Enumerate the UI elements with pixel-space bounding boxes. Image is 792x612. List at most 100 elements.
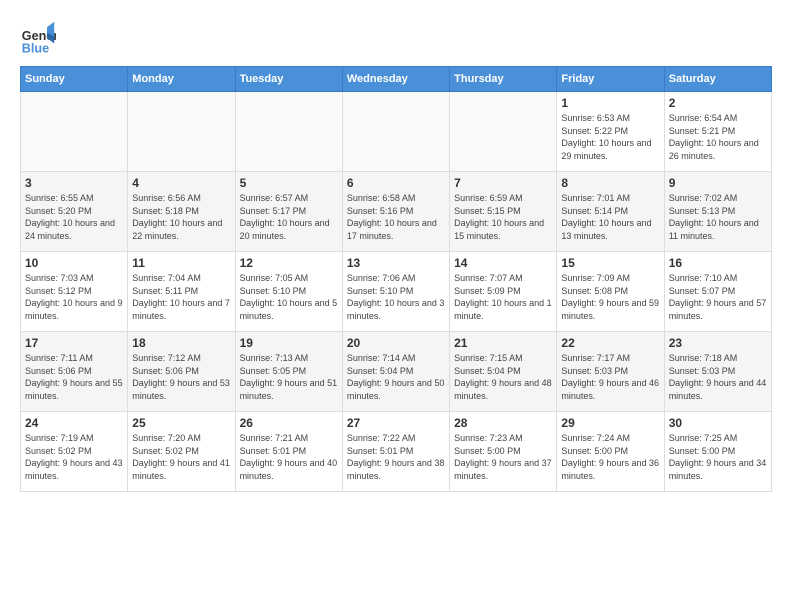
day-number: 9	[669, 176, 767, 190]
day-info: Sunrise: 7:07 AM Sunset: 5:09 PM Dayligh…	[454, 272, 552, 322]
day-info: Sunrise: 7:23 AM Sunset: 5:00 PM Dayligh…	[454, 432, 552, 482]
day-number: 13	[347, 256, 445, 270]
day-info: Sunrise: 7:13 AM Sunset: 5:05 PM Dayligh…	[240, 352, 338, 402]
weekday-sunday: Sunday	[21, 67, 128, 92]
calendar-cell: 11 Sunrise: 7:04 AM Sunset: 5:11 PM Dayli…	[128, 252, 235, 332]
day-number: 1	[561, 96, 659, 110]
calendar-cell: 9 Sunrise: 7:02 AM Sunset: 5:13 PM Daylig…	[664, 172, 771, 252]
calendar-cell: 12 Sunrise: 7:05 AM Sunset: 5:10 PM Dayli…	[235, 252, 342, 332]
logo-icon: General Blue	[20, 20, 56, 56]
calendar-week-3: 10 Sunrise: 7:03 AM Sunset: 5:12 PM Dayli…	[21, 252, 772, 332]
day-number: 7	[454, 176, 552, 190]
day-info: Sunrise: 7:02 AM Sunset: 5:13 PM Dayligh…	[669, 192, 767, 242]
day-number: 28	[454, 416, 552, 430]
day-number: 22	[561, 336, 659, 350]
calendar-cell	[128, 92, 235, 172]
weekday-header-row: SundayMondayTuesdayWednesdayThursdayFrid…	[21, 67, 772, 92]
calendar-header: SundayMondayTuesdayWednesdayThursdayFrid…	[21, 67, 772, 92]
calendar-cell	[235, 92, 342, 172]
day-info: Sunrise: 7:15 AM Sunset: 5:04 PM Dayligh…	[454, 352, 552, 402]
day-info: Sunrise: 6:58 AM Sunset: 5:16 PM Dayligh…	[347, 192, 445, 242]
day-info: Sunrise: 6:55 AM Sunset: 5:20 PM Dayligh…	[25, 192, 123, 242]
calendar-cell: 24Sunrise: 7:19 AM Sunset: 5:02 PM Dayli…	[21, 412, 128, 492]
day-info: Sunrise: 7:12 AM Sunset: 5:06 PM Dayligh…	[132, 352, 230, 402]
day-info: Sunrise: 7:18 AM Sunset: 5:03 PM Dayligh…	[669, 352, 767, 402]
day-number: 2	[669, 96, 767, 110]
calendar-body: 1 Sunrise: 6:53 AM Sunset: 5:22 PM Daylig…	[21, 92, 772, 492]
day-number: 15	[561, 256, 659, 270]
calendar-cell: 20 Sunrise: 7:14 AM Sunset: 5:04 PM Dayli…	[342, 332, 449, 412]
calendar-week-2: 3 Sunrise: 6:55 AM Sunset: 5:20 PM Daylig…	[21, 172, 772, 252]
day-info: Sunrise: 7:24 AM Sunset: 5:00 PM Dayligh…	[561, 432, 659, 482]
calendar-cell: 26Sunrise: 7:21 AM Sunset: 5:01 PM Dayli…	[235, 412, 342, 492]
day-info: Sunrise: 7:01 AM Sunset: 5:14 PM Dayligh…	[561, 192, 659, 242]
day-number: 14	[454, 256, 552, 270]
day-number: 5	[240, 176, 338, 190]
day-number: 25	[132, 416, 230, 430]
day-info: Sunrise: 6:56 AM Sunset: 5:18 PM Dayligh…	[132, 192, 230, 242]
calendar-cell: 28 Sunrise: 7:23 AM Sunset: 5:00 PM Dayli…	[450, 412, 557, 492]
day-info: Sunrise: 7:22 AM Sunset: 5:01 PM Dayligh…	[347, 432, 445, 482]
day-number: 18	[132, 336, 230, 350]
calendar-cell: 22 Sunrise: 7:17 AM Sunset: 5:03 PM Dayli…	[557, 332, 664, 412]
day-info: Sunrise: 7:14 AM Sunset: 5:04 PM Dayligh…	[347, 352, 445, 402]
calendar-cell: 18 Sunrise: 7:12 AM Sunset: 5:06 PM Dayli…	[128, 332, 235, 412]
weekday-monday: Monday	[128, 67, 235, 92]
calendar-cell	[342, 92, 449, 172]
calendar-table: SundayMondayTuesdayWednesdayThursdayFrid…	[20, 66, 772, 492]
day-number: 4	[132, 176, 230, 190]
calendar-cell: 14 Sunrise: 7:07 AM Sunset: 5:09 PM Dayli…	[450, 252, 557, 332]
calendar-cell: 15 Sunrise: 7:09 AM Sunset: 5:08 PM Dayli…	[557, 252, 664, 332]
calendar-week-4: 17 Sunrise: 7:11 AM Sunset: 5:06 PM Dayli…	[21, 332, 772, 412]
calendar-cell: 16Sunrise: 7:10 AM Sunset: 5:07 PM Dayli…	[664, 252, 771, 332]
weekday-saturday: Saturday	[664, 67, 771, 92]
day-number: 20	[347, 336, 445, 350]
calendar-cell	[21, 92, 128, 172]
day-info: Sunrise: 7:04 AM Sunset: 5:11 PM Dayligh…	[132, 272, 230, 322]
calendar-cell: 21 Sunrise: 7:15 AM Sunset: 5:04 PM Dayli…	[450, 332, 557, 412]
calendar-cell	[450, 92, 557, 172]
day-number: 12	[240, 256, 338, 270]
day-number: 16	[669, 256, 767, 270]
day-number: 27	[347, 416, 445, 430]
day-info: Sunrise: 6:59 AM Sunset: 5:15 PM Dayligh…	[454, 192, 552, 242]
day-number: 24	[25, 416, 123, 430]
svg-text:Blue: Blue	[22, 41, 49, 55]
day-number: 17	[25, 336, 123, 350]
day-number: 19	[240, 336, 338, 350]
calendar-cell: 30 Sunrise: 7:25 AM Sunset: 5:00 PM Dayli…	[664, 412, 771, 492]
calendar-cell: 7 Sunrise: 6:59 AM Sunset: 5:15 PM Daylig…	[450, 172, 557, 252]
calendar-cell: 8 Sunrise: 7:01 AM Sunset: 5:14 PM Daylig…	[557, 172, 664, 252]
calendar-cell: 25 Sunrise: 7:20 AM Sunset: 5:02 PM Dayli…	[128, 412, 235, 492]
day-number: 11	[132, 256, 230, 270]
day-number: 6	[347, 176, 445, 190]
day-info: Sunrise: 7:06 AM Sunset: 5:10 PM Dayligh…	[347, 272, 445, 322]
day-number: 29	[561, 416, 659, 430]
day-number: 3	[25, 176, 123, 190]
calendar-cell: 1 Sunrise: 6:53 AM Sunset: 5:22 PM Daylig…	[557, 92, 664, 172]
day-info: Sunrise: 7:20 AM Sunset: 5:02 PM Dayligh…	[132, 432, 230, 482]
calendar-cell: 29 Sunrise: 7:24 AM Sunset: 5:00 PM Dayli…	[557, 412, 664, 492]
day-info: Sunrise: 6:57 AM Sunset: 5:17 PM Dayligh…	[240, 192, 338, 242]
day-info: Sunrise: 7:25 AM Sunset: 5:00 PM Dayligh…	[669, 432, 767, 482]
day-info: Sunrise: 7:17 AM Sunset: 5:03 PM Dayligh…	[561, 352, 659, 402]
weekday-wednesday: Wednesday	[342, 67, 449, 92]
day-number: 10	[25, 256, 123, 270]
weekday-friday: Friday	[557, 67, 664, 92]
day-number: 21	[454, 336, 552, 350]
calendar-cell: 5 Sunrise: 6:57 AM Sunset: 5:17 PM Daylig…	[235, 172, 342, 252]
calendar-cell: 4 Sunrise: 6:56 AM Sunset: 5:18 PM Daylig…	[128, 172, 235, 252]
calendar-cell: 10 Sunrise: 7:03 AM Sunset: 5:12 PM Dayli…	[21, 252, 128, 332]
day-info: Sunrise: 6:54 AM Sunset: 5:21 PM Dayligh…	[669, 112, 767, 162]
day-number: 8	[561, 176, 659, 190]
logo: General Blue	[20, 20, 56, 56]
day-info: Sunrise: 6:53 AM Sunset: 5:22 PM Dayligh…	[561, 112, 659, 162]
day-info: Sunrise: 7:03 AM Sunset: 5:12 PM Dayligh…	[25, 272, 123, 322]
day-info: Sunrise: 7:05 AM Sunset: 5:10 PM Dayligh…	[240, 272, 338, 322]
calendar-cell: 23Sunrise: 7:18 AM Sunset: 5:03 PM Dayli…	[664, 332, 771, 412]
calendar-cell: 6 Sunrise: 6:58 AM Sunset: 5:16 PM Daylig…	[342, 172, 449, 252]
day-number: 30	[669, 416, 767, 430]
day-info: Sunrise: 7:11 AM Sunset: 5:06 PM Dayligh…	[25, 352, 123, 402]
day-info: Sunrise: 7:09 AM Sunset: 5:08 PM Dayligh…	[561, 272, 659, 322]
calendar-cell: 13 Sunrise: 7:06 AM Sunset: 5:10 PM Dayli…	[342, 252, 449, 332]
